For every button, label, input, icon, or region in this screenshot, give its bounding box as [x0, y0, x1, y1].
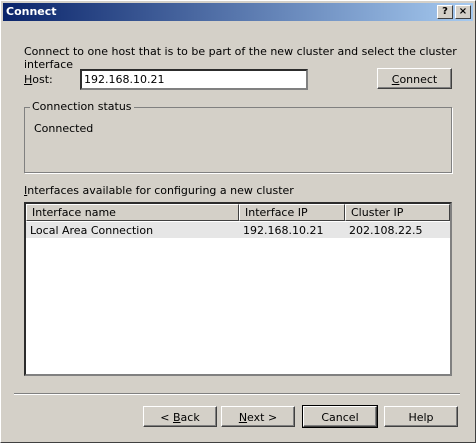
interfaces-list[interactable]: Interface name Interface IP Cluster IP L…	[24, 202, 452, 376]
footer-separator	[14, 393, 460, 395]
help-button[interactable]: Help	[384, 406, 458, 427]
connection-status-group	[24, 107, 452, 173]
interfaces-label: Interfaces available for configuring a n…	[24, 184, 294, 197]
column-interface-ip[interactable]: Interface IP	[239, 204, 345, 221]
close-icon[interactable]: ×	[455, 5, 471, 19]
interfaces-list-header: Interface name Interface IP Cluster IP	[26, 204, 450, 221]
connection-status-value: Connected	[34, 122, 94, 135]
connection-status-legend: Connection status	[30, 100, 134, 113]
connect-button[interactable]: Connect	[377, 68, 452, 89]
cancel-button[interactable]: Cancel	[302, 405, 378, 428]
cluster-ip-cell: 202.108.22.5	[349, 224, 423, 237]
column-cluster-ip[interactable]: Cluster IP	[345, 204, 450, 221]
help-title-button[interactable]: ?	[437, 5, 453, 19]
interface-ip-cell: 192.168.10.21	[243, 224, 324, 237]
host-label: Host:	[24, 73, 53, 86]
host-input[interactable]: 192.168.10.21	[80, 69, 308, 90]
back-button[interactable]: < Back	[143, 406, 217, 427]
window-title: Connect	[6, 5, 57, 18]
table-row[interactable]: Local Area Connection 192.168.10.21 202.…	[26, 222, 450, 238]
column-interface-name[interactable]: Interface name	[26, 204, 239, 221]
interface-name-cell: Local Area Connection	[30, 224, 154, 237]
next-button[interactable]: Next >	[221, 406, 295, 427]
title-bar[interactable]: Connect ? ×	[3, 3, 473, 21]
